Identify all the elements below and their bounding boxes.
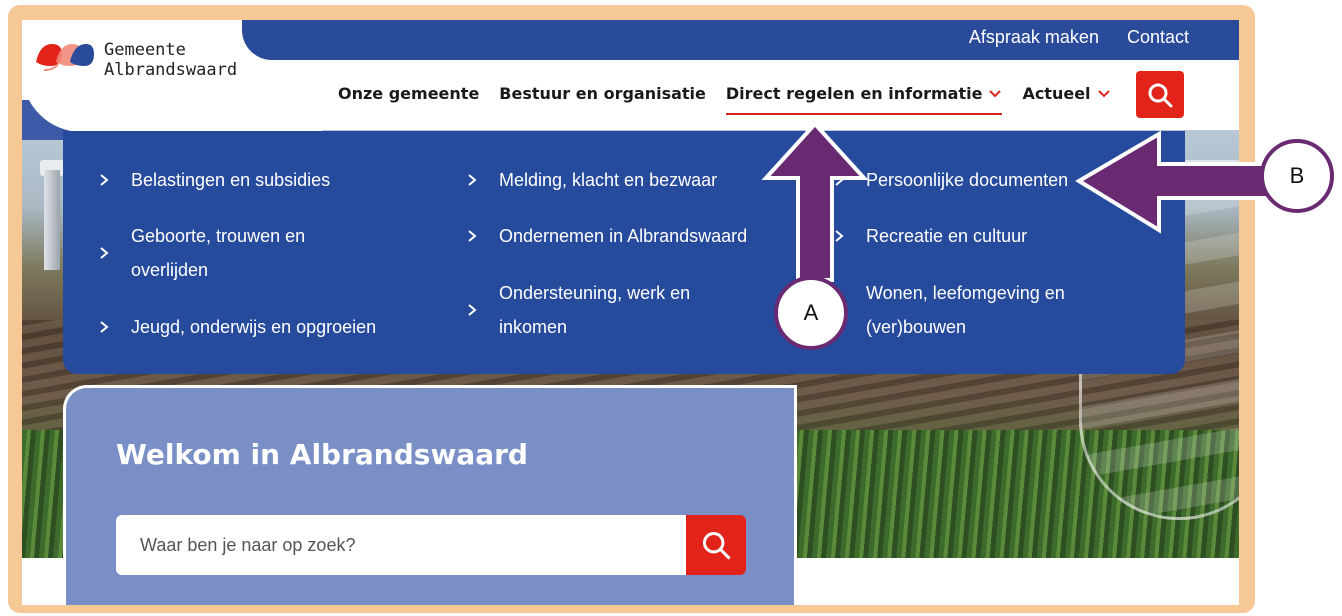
menu-label: Jeugd, onderwijs en opgroeien (131, 317, 377, 337)
chevron-down-icon (1097, 89, 1110, 97)
menu-label: Geboorte, trouwen en overlijden (131, 226, 306, 280)
menu-ondernemen[interactable]: Ondernemen in Albrandswaard (467, 219, 747, 253)
welcome-title: Welkom in Albrandswaard (116, 438, 528, 471)
nav-actueel[interactable]: Actueel (1022, 84, 1110, 103)
menu-melding[interactable]: Melding, klacht en bezwaar (467, 163, 717, 197)
chevron-right-icon (100, 321, 109, 333)
site-logo[interactable]: Gemeente Albrandswaard (34, 40, 237, 80)
hero-tower (44, 170, 60, 270)
header-search-button[interactable] (1136, 71, 1184, 118)
nav-label: Direct regelen en informatie (725, 84, 983, 103)
nav-onze-gemeente[interactable]: Onze gemeente (338, 84, 479, 103)
contact-link[interactable]: Contact (1127, 27, 1189, 48)
top-bar: Afspraak maken Contact (242, 20, 1239, 60)
chevron-right-icon (468, 304, 477, 316)
logo-text: Gemeente Albrandswaard (104, 40, 237, 80)
menu-wonen[interactable]: Wonen, leefomgeving en (ver)bouwen (834, 276, 1114, 344)
annotation-label-a: A (774, 276, 848, 350)
mega-menu-dropdown: Belastingen en subsidies Geboorte, trouw… (63, 131, 1185, 374)
menu-label: Ondersteuning, werk en inkomen (499, 283, 691, 337)
search-icon (702, 531, 731, 560)
logo-line-2: Albrandswaard (104, 60, 238, 80)
nav-label: Actueel (1022, 84, 1091, 103)
menu-label: Belastingen en subsidies (131, 170, 331, 190)
site-search-button[interactable] (686, 515, 746, 575)
nav-bestuur-en-organisatie[interactable]: Bestuur en organisatie (499, 84, 706, 103)
chevron-right-icon (100, 247, 109, 259)
top-links: Afspraak maken Contact (969, 27, 1189, 48)
menu-jeugd[interactable]: Jeugd, onderwijs en opgroeien (99, 310, 376, 344)
site-header: Afspraak maken Contact Gemeente Albrands… (22, 20, 1239, 140)
nav-label: Bestuur en organisatie (499, 84, 706, 103)
menu-label: Ondernemen in Albrandswaard (499, 226, 748, 246)
annotation-arrow-b (1075, 130, 1273, 234)
afspraak-maken-link[interactable]: Afspraak maken (969, 27, 1099, 48)
browser-viewport: Afspraak maken Contact Gemeente Albrands… (22, 20, 1239, 605)
search-icon (1148, 83, 1173, 107)
main-nav: Onze gemeente Bestuur en organisatie Dir… (338, 84, 1131, 115)
nav-direct-regelen[interactable]: Direct regelen en informatie (725, 84, 1003, 115)
menu-label: Melding, klacht en bezwaar (499, 170, 718, 190)
chevron-down-icon (989, 89, 1002, 97)
menu-ondersteuning[interactable]: Ondersteuning, werk en inkomen (467, 276, 727, 344)
chevron-right-icon (100, 174, 109, 186)
annotation-arrow-a (761, 121, 869, 282)
nav-label: Onze gemeente (338, 84, 480, 103)
menu-geboorte[interactable]: Geboorte, trouwen en overlijden (99, 219, 359, 287)
menu-label: Wonen, leefomgeving en (ver)bouwen (866, 283, 1065, 337)
site-search-input[interactable] (116, 515, 688, 575)
annotation-label-b: B (1260, 139, 1334, 213)
logo-line-1: Gemeente (104, 40, 186, 60)
menu-belastingen[interactable]: Belastingen en subsidies (99, 163, 330, 197)
logo-mark (36, 44, 94, 71)
welcome-card: Welkom in Albrandswaard (63, 385, 797, 605)
chevron-right-icon (468, 230, 477, 242)
chevron-right-icon (468, 174, 477, 186)
